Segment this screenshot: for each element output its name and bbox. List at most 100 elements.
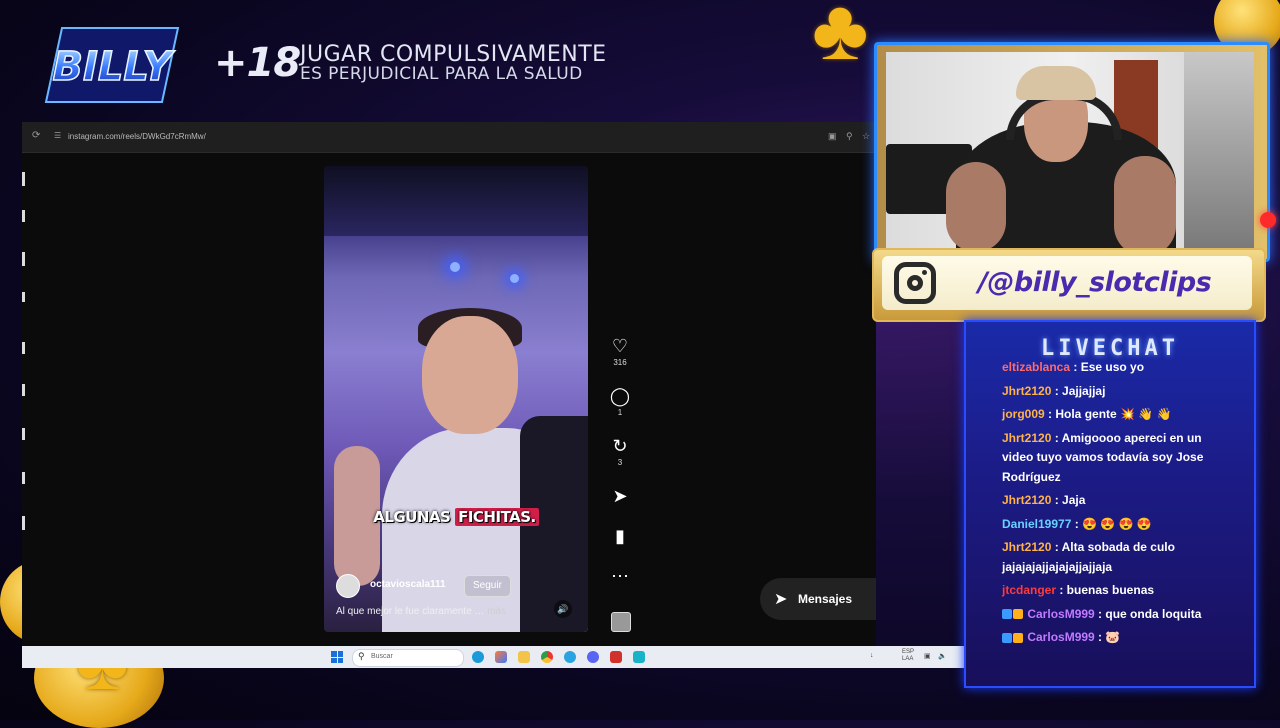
chat-messages: eltizablanca : Ese uso yo Jhrt2120 : Jajj…: [1002, 358, 1212, 652]
chat-username[interactable]: Jhrt2120: [1002, 384, 1051, 398]
send-icon: ➤: [612, 486, 628, 506]
reload-icon[interactable]: ⟳: [32, 130, 40, 141]
heart-icon: ♡: [611, 336, 629, 356]
chat-message: Jhrt2120 : Alta sobada de culo jajajajaj…: [1002, 538, 1212, 577]
chat-message: Jhrt2120 : Jaja: [1002, 491, 1212, 511]
chat-username[interactable]: CarlosM999: [1027, 607, 1094, 621]
more-options-button[interactable]: ⋯: [608, 566, 632, 586]
messages-label: Mensajes: [798, 592, 853, 606]
app-icon[interactable]: [633, 651, 645, 663]
chrome-icon[interactable]: [541, 651, 553, 663]
chat-message: Jhrt2120 : Jajjajjaj: [1002, 382, 1212, 402]
address-bar[interactable]: ⟳ ☰ instagram.com/reels/DWkGd7cRmMw/ ▣ ⚲…: [22, 122, 876, 153]
mod-badge-icon: [1002, 632, 1012, 643]
chat-message: eltizablanca : Ese uso yo: [1002, 358, 1212, 378]
chat-text: : que onda loquita: [1094, 606, 1202, 621]
age-warning: +18: [214, 40, 301, 86]
volume-icon[interactable]: 🔈: [938, 652, 947, 660]
follow-button[interactable]: Seguir: [464, 575, 511, 597]
chat-text: : Hola gente 💥 👋 👋: [1044, 407, 1172, 421]
warning-line-2: ES PERJUDICIAL PARA LA SALUD: [300, 64, 583, 84]
instagram-handle: /@billy_slotclips: [978, 267, 1212, 298]
bookmark-icon: ▮: [615, 526, 625, 546]
install-icon[interactable]: ▣: [828, 131, 837, 142]
chat-message: jtcdanger : buenas buenas: [1002, 581, 1212, 601]
comment-count: 1: [617, 408, 623, 417]
instagram-icon: [894, 262, 936, 304]
audio-thumbnail[interactable]: [611, 612, 631, 632]
sidebar-edge: [22, 172, 25, 532]
site-info-icon[interactable]: ☰: [54, 131, 61, 140]
sub-badge-icon: [1013, 609, 1023, 620]
like-count: 316: [613, 358, 627, 367]
chat-message: CarlosM999 : que onda loquita: [1002, 605, 1212, 625]
chat-text: : Jaja: [1051, 493, 1086, 507]
app-icon[interactable]: [610, 651, 622, 663]
taskbar-tray: ↓ ESP LAA ▣ 🔈: [866, 646, 966, 668]
chat-username[interactable]: eltizablanca: [1002, 360, 1070, 374]
chat-text: : Ese uso yo: [1070, 360, 1145, 374]
reel-author: octavioscala111 Seguir: [336, 574, 586, 598]
display-icon[interactable]: ▣: [924, 652, 931, 660]
instagram-banner: /@billy_slotclips: [872, 248, 1266, 322]
cap: [1016, 66, 1096, 100]
repost-icon: ↻: [612, 436, 628, 456]
chat-username[interactable]: Jhrt2120: [1002, 493, 1051, 507]
folder-icon[interactable]: [518, 651, 530, 663]
telegram-icon[interactable]: [564, 651, 576, 663]
comment-icon: ◯: [609, 386, 631, 406]
chat-text: : 🐷: [1094, 630, 1121, 644]
username[interactable]: octavioscala111: [370, 579, 446, 590]
chat-message: Daniel19977 : 😍 😍 😍 😍: [1002, 515, 1212, 535]
club-decoration-top: ♣: [812, 0, 869, 78]
chat-message: jorg009 : Hola gente 💥 👋 👋: [1002, 405, 1212, 425]
edge-icon[interactable]: [472, 651, 484, 663]
keyboard-language[interactable]: ESP LAA: [902, 649, 914, 663]
search-icon: ⚲: [358, 651, 365, 661]
comment-button[interactable]: ◯ 1: [608, 386, 632, 417]
chat-username[interactable]: jorg009: [1002, 407, 1045, 421]
sub-badge-icon: [1013, 632, 1023, 643]
url-text[interactable]: instagram.com/reels/DWkGd7cRmMw/: [68, 132, 206, 141]
ellipsis-icon: ⋯: [611, 566, 629, 586]
like-button[interactable]: ♡ 316: [608, 336, 632, 367]
live-chat-panel: LIVECHAT eltizablanca : Ese uso yo Jhrt21…: [964, 320, 1256, 688]
chat-text: : Jajjajjaj: [1051, 383, 1106, 398]
taskbar: ⚲ Buscar ⌃: [22, 646, 876, 668]
logo-text: BILLY: [52, 44, 175, 90]
bookmark-star-icon[interactable]: ☆: [862, 131, 870, 142]
copilot-icon[interactable]: [495, 651, 507, 663]
taskbar-search[interactable]: ⚲ Buscar: [352, 649, 464, 667]
repost-button[interactable]: ↻ 3: [608, 436, 632, 467]
red-light-decoration: [1260, 212, 1276, 228]
chat-text: : buenas buenas: [1056, 583, 1155, 597]
video-caption: ALGUNAS FICHITAS.: [324, 508, 588, 526]
avatar[interactable]: [336, 574, 360, 598]
webcam-feed: [886, 52, 1254, 248]
discord-icon[interactable]: [587, 651, 599, 663]
chat-text: : 😍 😍 😍 😍: [1071, 516, 1152, 531]
mod-badge-icon: [1002, 609, 1012, 620]
send-icon: ➤: [774, 591, 788, 608]
more-link: más: [487, 606, 507, 617]
chat-username[interactable]: Daniel19977: [1002, 517, 1071, 531]
chat-username[interactable]: jtcdanger: [1002, 583, 1056, 597]
chat-message: CarlosM999 : 🐷: [1002, 628, 1212, 648]
search-placeholder: Buscar: [371, 653, 393, 660]
chat-username[interactable]: CarlosM999: [1027, 630, 1094, 644]
windows-start-icon[interactable]: [331, 651, 343, 663]
reel-description[interactable]: Al que mejor le fue claramente … más: [336, 606, 506, 617]
messages-button[interactable]: ➤ Mensajes: [760, 578, 876, 620]
browser-screen: ⟳ ☰ instagram.com/reels/DWkGd7cRmMw/ ▣ ⚲…: [22, 122, 876, 668]
chat-message: Jhrt2120 : Amigoooo apereci en un video …: [1002, 429, 1212, 488]
chat-username[interactable]: Jhrt2120: [1002, 431, 1051, 445]
chat-username[interactable]: Jhrt2120: [1002, 540, 1051, 554]
repost-count: 3: [617, 458, 623, 467]
save-button[interactable]: ▮: [608, 526, 632, 546]
volume-icon[interactable]: 🔊: [554, 600, 572, 618]
share-button[interactable]: ➤: [608, 486, 632, 506]
reel-video[interactable]: ALGUNAS FICHITAS. octavioscala111 Seguir…: [324, 166, 588, 632]
person-face: [422, 316, 518, 434]
zoom-icon[interactable]: ⚲: [846, 131, 853, 142]
network-icon[interactable]: ↓: [870, 652, 874, 659]
